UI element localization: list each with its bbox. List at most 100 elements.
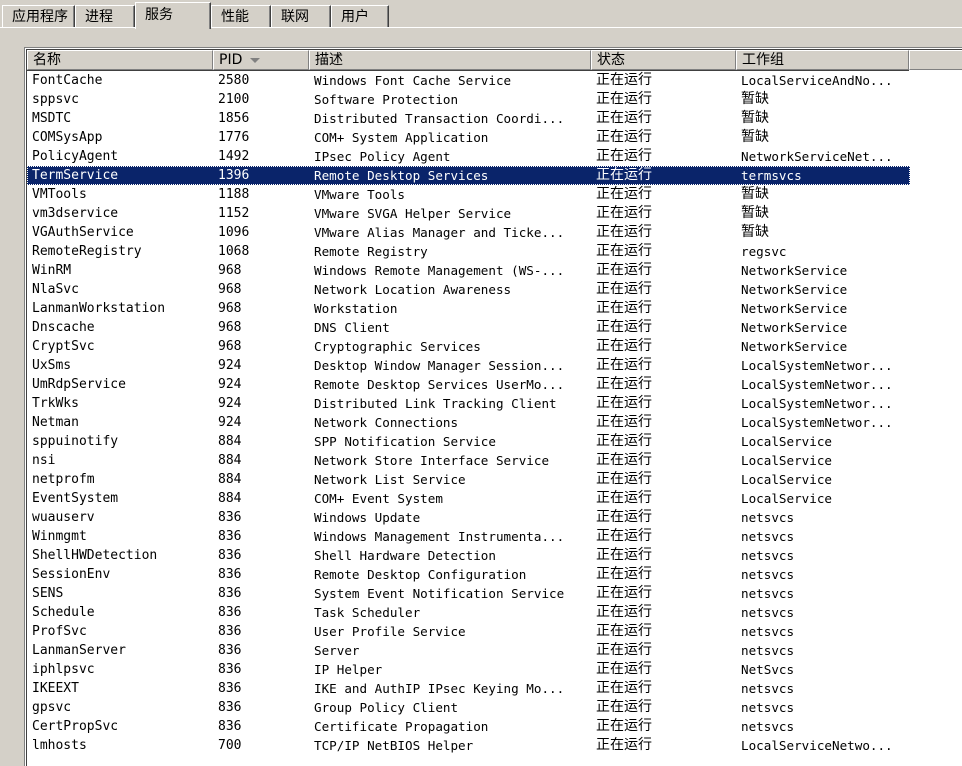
service-pid: 924	[218, 377, 242, 392]
service-status: 正在运行	[596, 433, 652, 449]
table-row[interactable]: MSDTC 1856 Distributed Transaction Coordi.…	[27, 109, 910, 128]
service-group: netsvcs	[741, 719, 795, 734]
table-row[interactable]: VMTools 1188 VMware Tools 正在运行 暂缺	[27, 185, 910, 204]
service-pid: 884	[218, 472, 242, 487]
tab-networking[interactable]: 联网	[271, 5, 331, 27]
service-group: netsvcs	[741, 586, 795, 601]
table-row[interactable]: vm3dservice 1152 VMware SVGA Helper Servic…	[27, 204, 910, 223]
column-header-pid[interactable]: PID	[213, 50, 309, 70]
table-row[interactable]: WinRM 968 Windows Remote Management (WS-..…	[27, 261, 910, 280]
table-row[interactable]: nsi 884 Network Store Interface Service 正在运…	[27, 451, 910, 470]
table-row[interactable]: iphlpsvc 836 IP Helper 正在运行 NetSvcs	[27, 660, 910, 679]
service-description: Software Protection	[314, 92, 459, 107]
column-header-description-label: 描述	[315, 52, 343, 68]
table-row[interactable]: COMSysApp 1776 COM+ System Application 正在运行…	[27, 128, 910, 147]
table-row[interactable]: VGAuthService 1096 VMware Alias Manager an…	[27, 223, 910, 242]
service-pid: 1396	[218, 168, 250, 183]
service-status: 正在运行	[596, 224, 652, 240]
service-status: 正在运行	[596, 357, 652, 373]
table-row[interactable]: FontCache 2580 Windows Font Cache Service 正…	[27, 71, 910, 90]
service-pid: 836	[218, 548, 242, 563]
service-pid: 924	[218, 396, 242, 411]
service-pid: 836	[218, 662, 242, 677]
service-group: regsvc	[741, 244, 787, 259]
tab-services[interactable]: 服务	[135, 2, 211, 29]
column-header-group-label: 工作组	[742, 52, 784, 68]
service-name: sppsvc	[32, 92, 79, 107]
table-row[interactable]: Schedule 836 Task Scheduler 正在运行 netsvcs	[27, 603, 910, 622]
table-row[interactable]: SessionEnv 836 Remote Desktop Configuratio…	[27, 565, 910, 584]
services-list[interactable]: 名称 PID 描述 状态 工作组 FontCache 2580 Windows Fo…	[26, 49, 962, 766]
table-row[interactable]: NlaSvc 968 Network Location Awareness 正在运行 N…	[27, 280, 910, 299]
table-row[interactable]: UmRdpService 924 Remote Desktop Services U…	[27, 375, 910, 394]
service-name: RemoteRegistry	[32, 244, 142, 259]
service-name: NlaSvc	[32, 282, 79, 297]
table-row[interactable]: TermService 1396 Remote Desktop Services 正在…	[27, 166, 910, 185]
service-group: LocalSystemNetwor...	[741, 396, 893, 411]
column-header-name-label: 名称	[33, 52, 61, 68]
tab-applications[interactable]: 应用程序	[2, 5, 75, 27]
table-row[interactable]: ShellHWDetection 836 Shell Hardware Detect…	[27, 546, 910, 565]
table-row[interactable]: ProfSvc 836 User Profile Service 正在运行 netsvc…	[27, 622, 910, 641]
column-header-name[interactable]: 名称	[27, 50, 213, 70]
column-header-status-label: 状态	[597, 52, 625, 68]
service-status: 正在运行	[596, 338, 652, 354]
service-name: LanmanWorkstation	[32, 301, 166, 316]
table-row[interactable]: wuauserv 836 Windows Update 正在运行 netsvcs	[27, 508, 910, 527]
service-name: nsi	[32, 453, 56, 468]
table-row[interactable]: lmhosts 700 TCP/IP NetBIOS Helper 正在运行 Local…	[27, 736, 910, 755]
service-name: Netman	[32, 415, 79, 430]
table-row[interactable]: UxSms 924 Desktop Window Manager Session..…	[27, 356, 910, 375]
tab-processes[interactable]: 进程	[75, 5, 135, 27]
service-pid: 2580	[218, 73, 250, 88]
column-header-description[interactable]: 描述	[309, 50, 591, 70]
tab-performance[interactable]: 性能	[211, 5, 271, 27]
service-status: 正在运行	[596, 243, 652, 259]
table-row[interactable]: Winmgmt 836 Windows Management Instrumenta…	[27, 527, 910, 546]
table-row[interactable]: netprofm 884 Network List Service 正在运行 Local…	[27, 470, 910, 489]
service-group: NetworkServiceNet...	[741, 149, 893, 164]
service-pid: 836	[218, 719, 242, 734]
table-row[interactable]: PolicyAgent 1492 IPsec Policy Agent 正在运行 Net…	[27, 147, 910, 166]
table-row[interactable]: gpsvc 836 Group Policy Client 正在运行 netsvcs	[27, 698, 910, 717]
service-status: 正在运行	[596, 452, 652, 468]
table-row[interactable]: sppsvc 2100 Software Protection 正在运行 暂缺	[27, 90, 910, 109]
service-pid: 968	[218, 263, 242, 278]
service-description: Remote Desktop Services UserMo...	[314, 377, 565, 392]
table-row[interactable]: CertPropSvc 836 Certificate Propagation 正在运…	[27, 717, 910, 736]
column-header-status[interactable]: 状态	[591, 50, 736, 70]
service-group: NetSvcs	[741, 662, 795, 677]
service-pid: 1856	[218, 111, 250, 126]
service-status: 正在运行	[596, 509, 652, 525]
table-row[interactable]: Netman 924 Network Connections 正在运行 LocalSys…	[27, 413, 910, 432]
table-row[interactable]: RemoteRegistry 1068 Remote Registry 正在运行 reg…	[27, 242, 910, 261]
service-description: Desktop Window Manager Session...	[314, 358, 565, 373]
service-status: 正在运行	[596, 642, 652, 658]
service-description: Network Location Awareness	[314, 282, 512, 297]
service-description: IP Helper	[314, 662, 383, 677]
column-header-group[interactable]: 工作组	[736, 50, 909, 70]
service-name: wuauserv	[32, 510, 95, 525]
table-row[interactable]: LanmanServer 836 Server 正在运行 netsvcs	[27, 641, 910, 660]
service-pid: 836	[218, 586, 242, 601]
service-group: 暂缺	[741, 186, 769, 202]
table-row[interactable]: LanmanWorkstation 968 Workstation 正在运行 Netwo…	[27, 299, 910, 318]
tab-users[interactable]: 用户	[331, 5, 389, 27]
service-description: DNS Client	[314, 320, 390, 335]
service-status: 正在运行	[596, 661, 652, 677]
table-row[interactable]: Dnscache 968 DNS Client 正在运行 NetworkService	[27, 318, 910, 337]
table-row[interactable]: EventSystem 884 COM+ Event System 正在运行 Local…	[27, 489, 910, 508]
service-name: iphlpsvc	[32, 662, 95, 677]
table-row[interactable]: CryptSvc 968 Cryptographic Services 正在运行 Net…	[27, 337, 910, 356]
service-description: Remote Registry	[314, 244, 428, 259]
table-row[interactable]: sppuinotify 884 SPP Notification Service 正在…	[27, 432, 910, 451]
table-row[interactable]: TrkWks 924 Distributed Link Tracking Clien…	[27, 394, 910, 413]
service-group: NetworkService	[741, 339, 848, 354]
service-group: NetworkService	[741, 301, 848, 316]
service-status: 正在运行	[596, 91, 652, 107]
service-description: VMware Tools	[314, 187, 405, 202]
service-pid: 884	[218, 491, 242, 506]
table-row[interactable]: SENS 836 System Event Notification Service…	[27, 584, 910, 603]
table-row[interactable]: IKEEXT 836 IKE and AuthIP IPsec Keying Mo.…	[27, 679, 910, 698]
service-group: netsvcs	[741, 548, 795, 563]
